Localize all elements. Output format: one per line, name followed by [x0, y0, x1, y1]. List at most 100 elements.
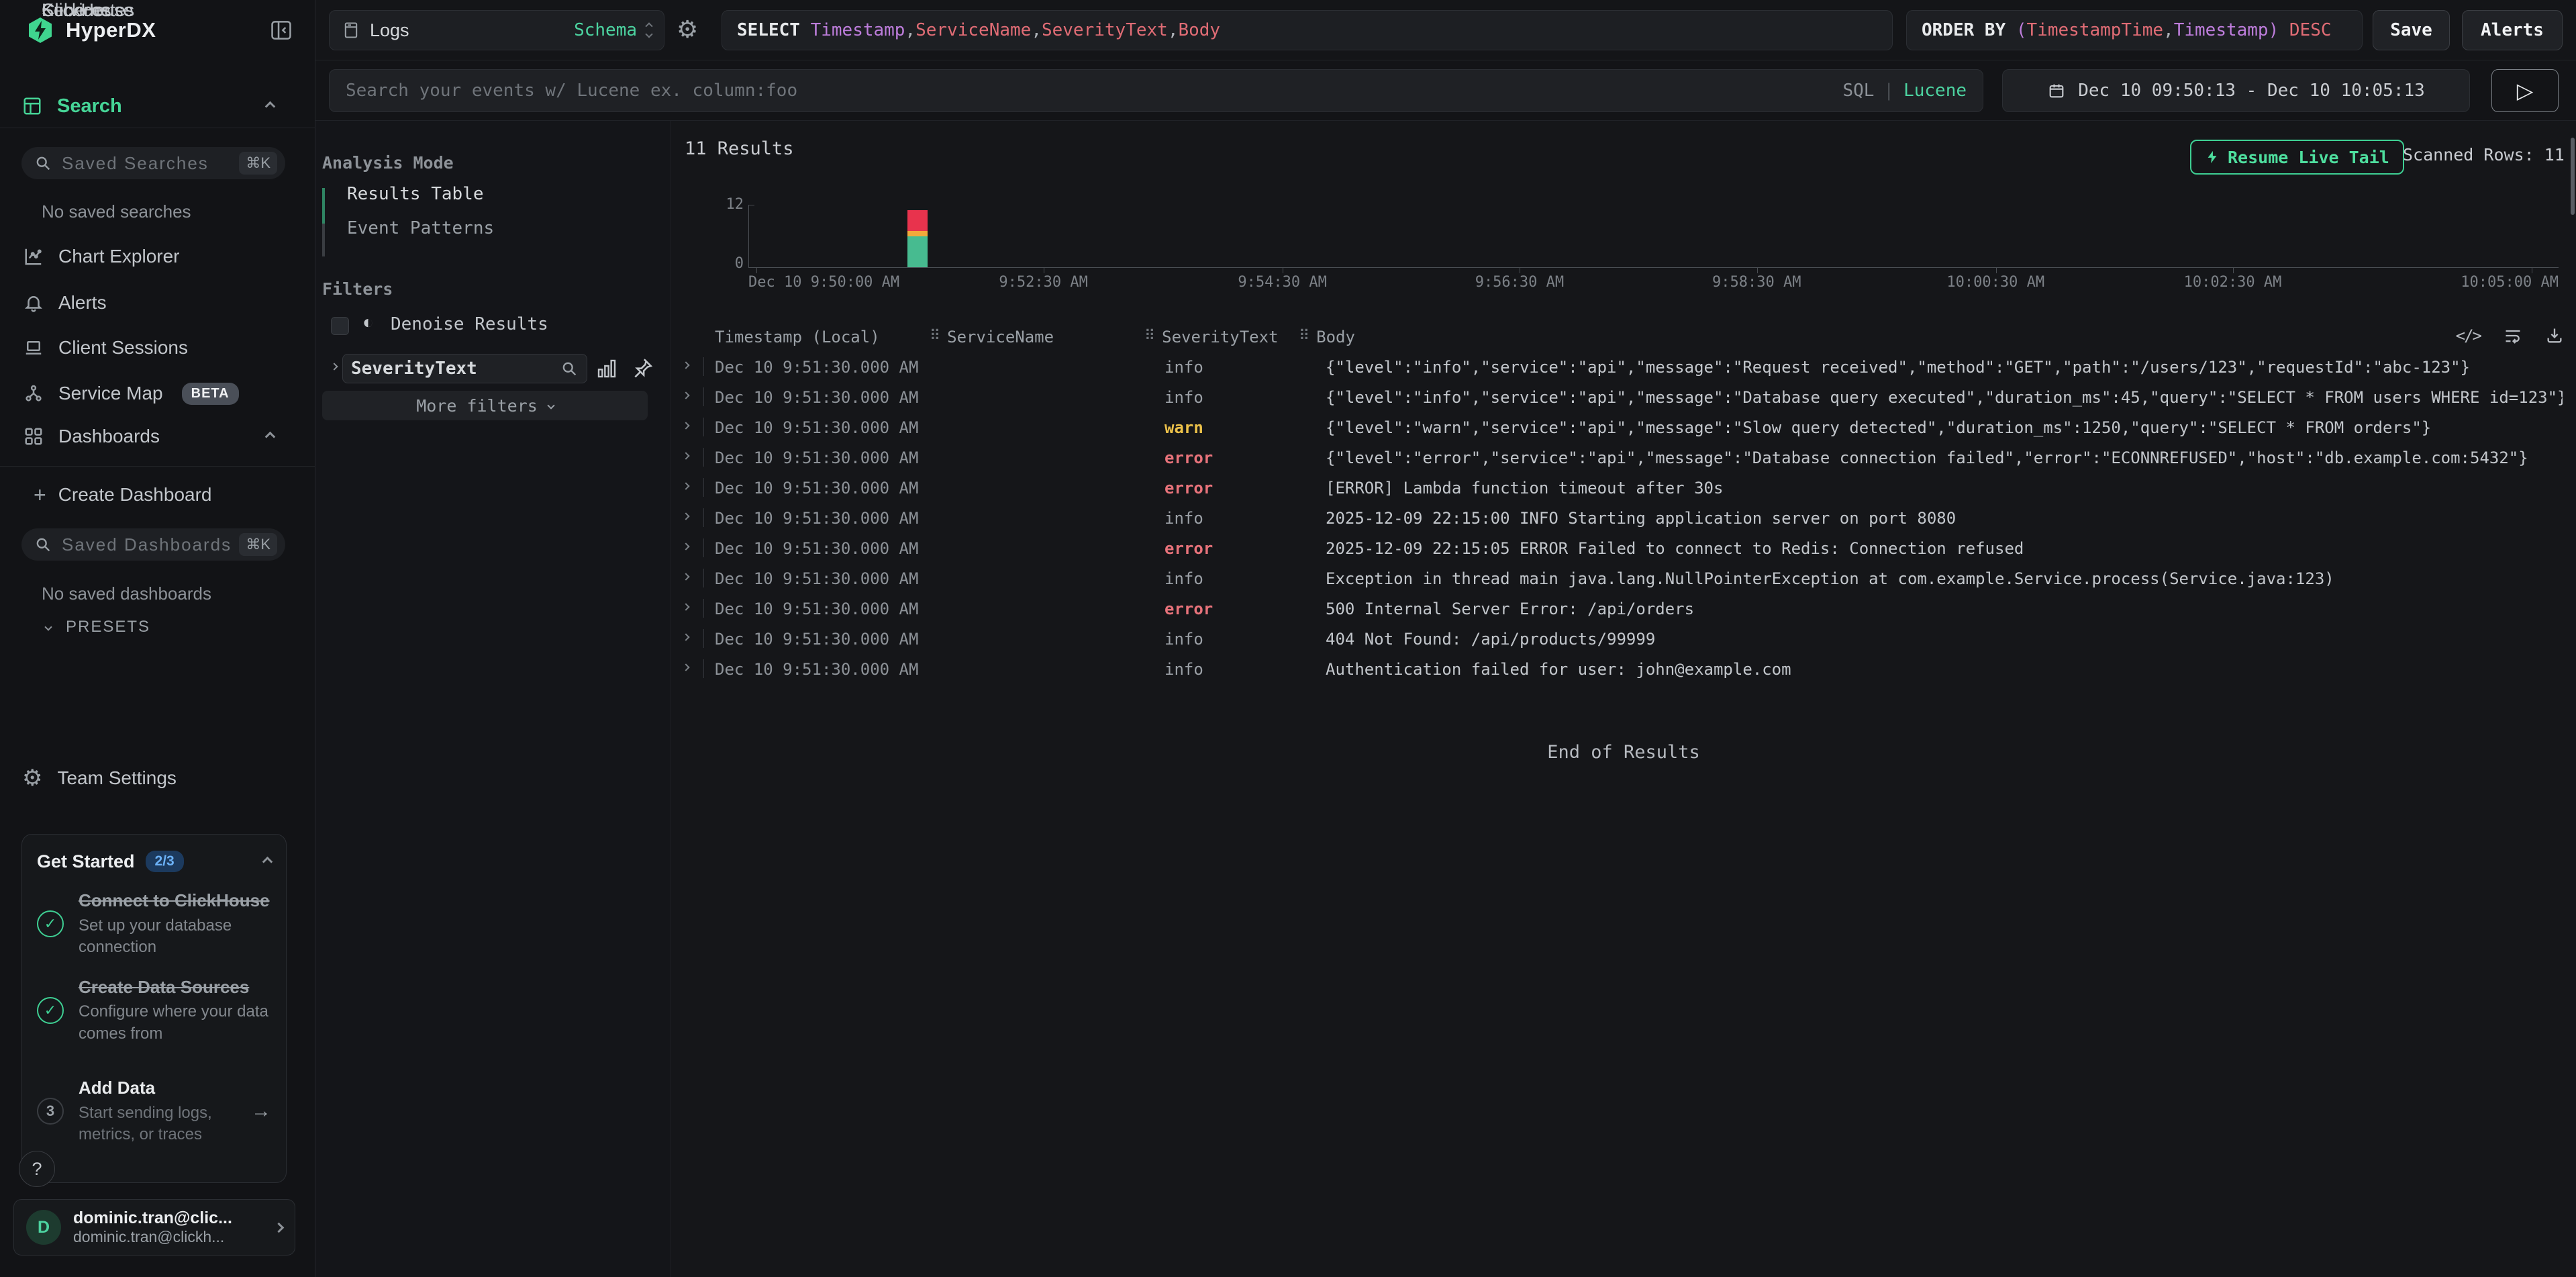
- header-label: Body: [1316, 328, 1355, 346]
- body-cell: {"level":"info","service":"api","message…: [1326, 358, 2563, 377]
- table-row[interactable]: Dec 10 9:51:30.000 AM info {"level":"inf…: [671, 352, 2576, 382]
- sidebar-item-chart-explorer[interactable]: Chart Explorer: [0, 238, 315, 275]
- chevron-up-icon[interactable]: [262, 856, 273, 867]
- orderby-keyword: ORDER BY: [1922, 20, 2005, 40]
- row-separator: [703, 599, 704, 618]
- table-row[interactable]: Dec 10 9:51:30.000 AM info Authenticatio…: [671, 654, 2576, 684]
- histogram-plot[interactable]: [748, 205, 2559, 268]
- mode-lucene[interactable]: Lucene: [1903, 81, 1967, 101]
- row-expand-icon[interactable]: [682, 512, 689, 520]
- x-tick-label: 9:54:30 AM: [1238, 274, 1326, 291]
- table-row[interactable]: Dec 10 9:51:30.000 AM error 500 Internal…: [671, 594, 2576, 624]
- saved-dashboards-input[interactable]: Saved Dashboards ⌘K: [21, 528, 285, 561]
- row-expand-icon[interactable]: [682, 603, 689, 610]
- table-row[interactable]: Dec 10 9:51:30.000 AM error 2025-12-09 2…: [671, 533, 2576, 563]
- row-expand-icon[interactable]: [682, 422, 689, 429]
- date-range-value: Dec 10 09:50:13 - Dec 10 10:05:13: [2078, 81, 2425, 101]
- play-icon: ▷: [2517, 78, 2534, 103]
- timestamp-cell: Dec 10 9:51:30.000 AM: [715, 388, 936, 407]
- source-select[interactable]: Logs Schema: [329, 10, 664, 50]
- text-wrap-icon[interactable]: [2504, 326, 2522, 345]
- mode-event-patterns[interactable]: Event Patterns: [347, 218, 494, 238]
- download-icon[interactable]: [2545, 326, 2564, 345]
- create-dashboard-button[interactable]: + Create Dashboard: [0, 477, 315, 513]
- sidebar-item-service-map[interactable]: Service Map BETA: [0, 375, 315, 412]
- timestamp-cell: Dec 10 9:51:30.000 AM: [715, 509, 936, 528]
- table-row[interactable]: Dec 10 9:51:30.000 AM error {"level":"er…: [671, 442, 2576, 473]
- pin-icon[interactable]: [631, 357, 654, 379]
- comma: ,: [1168, 20, 1179, 40]
- collapse-sidebar-icon[interactable]: [268, 17, 294, 43]
- alerts-button[interactable]: Alerts: [2462, 10, 2563, 50]
- check-circle-icon: ✓: [37, 910, 64, 937]
- get-started-item-add-data[interactable]: 3 Add Data Start sending logs, metrics, …: [37, 1077, 271, 1146]
- get-started-item-sources[interactable]: ✓ Create Data Sources Configure where yo…: [37, 976, 271, 1045]
- table-row[interactable]: Dec 10 9:51:30.000 AM info Exception in …: [671, 563, 2576, 594]
- run-query-button[interactable]: ▷: [2491, 69, 2559, 112]
- table-row[interactable]: Dec 10 9:51:30.000 AM info {"level":"inf…: [671, 382, 2576, 412]
- body-cell: 2025-12-09 22:15:00 INFO Starting applic…: [1326, 509, 2563, 528]
- row-expand-icon[interactable]: [682, 361, 689, 369]
- expand-filter-icon[interactable]: [330, 363, 338, 370]
- order-by-input[interactable]: ORDER BY (TimestampTime, Timestamp) DESC: [1906, 10, 2363, 50]
- row-expand-icon[interactable]: [682, 482, 689, 489]
- denoise-checkbox[interactable]: [331, 317, 349, 335]
- sidebar-item-client-sessions[interactable]: Client Sessions: [0, 330, 315, 366]
- search-icon[interactable]: [560, 359, 579, 378]
- date-range-picker[interactable]: Dec 10 09:50:13 - Dec 10 10:05:13: [2002, 69, 2470, 112]
- timestamp-cell: Dec 10 9:51:30.000 AM: [715, 660, 936, 679]
- histogram-bar[interactable]: [907, 205, 928, 267]
- scrollbar-thumb[interactable]: [2571, 138, 2575, 215]
- sidebar-item-dashboards[interactable]: Dashboards: [0, 418, 315, 455]
- select-column: Timestamp: [811, 20, 905, 40]
- preset-link[interactable]: Kubernetes: [42, 0, 134, 21]
- database-icon: [342, 21, 360, 40]
- save-button[interactable]: Save: [2373, 10, 2450, 50]
- drag-handle-icon[interactable]: ⠿: [930, 328, 940, 346]
- mode-results-table[interactable]: Results Table: [347, 184, 484, 204]
- lightning-icon: [2205, 148, 2220, 166]
- saved-searches-input[interactable]: Saved Searches ⌘K: [21, 147, 285, 179]
- drag-handle-icon[interactable]: ⠿: [1299, 328, 1309, 346]
- help-button[interactable]: ?: [19, 1151, 55, 1187]
- table-row[interactable]: Dec 10 9:51:30.000 AM info 2025-12-09 22…: [671, 503, 2576, 533]
- result-count: 11 Results: [685, 138, 794, 159]
- chevron-up-icon[interactable]: [265, 431, 276, 442]
- row-expand-icon[interactable]: [682, 542, 689, 550]
- row-expand-icon[interactable]: [682, 663, 689, 671]
- resume-live-tail-button[interactable]: Resume Live Tail: [2190, 140, 2404, 175]
- table-row[interactable]: Dec 10 9:51:30.000 AM error [ERROR] Lamb…: [671, 473, 2576, 503]
- bar-chart-icon[interactable]: [596, 358, 617, 379]
- user-profile[interactable]: D dominic.tran@clic... dominic.tran@clic…: [13, 1199, 295, 1256]
- row-expand-icon[interactable]: [682, 391, 689, 399]
- code-view-icon[interactable]: </>: [2456, 326, 2481, 345]
- severity-field-name: SeverityText: [351, 359, 560, 379]
- row-expand-icon[interactable]: [682, 452, 689, 459]
- y-axis-max-label: 12: [703, 196, 744, 213]
- task-subtitle: Start sending logs, metrics, or traces: [79, 1102, 247, 1146]
- table-row[interactable]: Dec 10 9:51:30.000 AM warn {"level":"war…: [671, 412, 2576, 442]
- table-row[interactable]: Dec 10 9:51:30.000 AM info 404 Not Found…: [671, 624, 2576, 654]
- chevron-up-icon[interactable]: [265, 101, 276, 111]
- filters-label: Filters: [322, 279, 393, 299]
- severity-filter-field[interactable]: SeverityText: [342, 354, 587, 383]
- gear-icon[interactable]: ⚙: [677, 17, 698, 42]
- topbar: Logs Schema ⚙ SELECT Timestamp,ServiceNa…: [315, 0, 2576, 60]
- sidebar-item-search[interactable]: Search: [0, 87, 315, 125]
- sql-select-input[interactable]: SELECT Timestamp,ServiceName,SeverityTex…: [722, 10, 1893, 50]
- cmdk-shortcut: ⌘K: [239, 533, 277, 556]
- row-expand-icon[interactable]: [682, 633, 689, 641]
- search-input[interactable]: Search your events w/ Lucene ex. column:…: [329, 69, 1983, 112]
- alerts-label: Alerts: [58, 292, 107, 314]
- mode-sql[interactable]: SQL: [1842, 81, 1874, 101]
- sidebar-item-alerts[interactable]: Alerts: [0, 285, 315, 321]
- presets-toggle[interactable]: PRESETS: [0, 611, 315, 643]
- service-map-label: Service Map: [58, 383, 163, 404]
- arrow-right-icon: →: [251, 1100, 271, 1123]
- drag-handle-icon[interactable]: ⠿: [1144, 328, 1155, 346]
- row-expand-icon[interactable]: [682, 573, 689, 580]
- header-timestamp: Timestamp (Local): [715, 328, 880, 346]
- get-started-item-connect[interactable]: ✓ Connect to ClickHouse Set up your data…: [37, 890, 271, 959]
- sidebar-item-team-settings[interactable]: ⚙ Team Settings: [0, 760, 315, 796]
- more-filters-button[interactable]: More filters: [322, 391, 648, 420]
